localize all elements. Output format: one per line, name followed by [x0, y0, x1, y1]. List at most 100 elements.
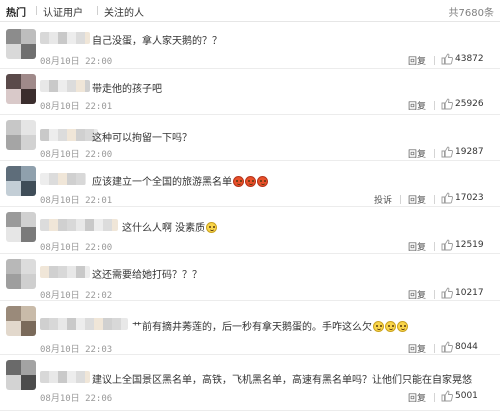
like-count[interactable]: 17023 — [455, 193, 484, 203]
report-button[interactable]: 投诉 — [374, 193, 392, 206]
mosaic-pixel — [76, 266, 85, 278]
thumbs-up-icon[interactable] — [441, 98, 453, 110]
comment-text: 自己没蛋，拿人家天鹅的？？ — [92, 36, 222, 47]
avatar-pixel — [21, 306, 36, 321]
comment-text: 这种可以拘留一下吗？ — [92, 133, 192, 144]
username-blurred[interactable] — [40, 371, 90, 383]
mosaic-pixel — [76, 32, 85, 44]
avatar[interactable] — [6, 166, 36, 196]
avatar-pixel — [21, 321, 36, 336]
avatar-pixel — [6, 360, 21, 375]
mosaic-pixel — [76, 80, 85, 92]
username-blurred[interactable] — [40, 173, 86, 185]
like-count[interactable]: 12519 — [455, 240, 484, 250]
comment-timestamp: 08月10日 22:01 — [40, 102, 113, 112]
mosaic-pixel — [40, 173, 49, 185]
mosaic-pixel — [49, 129, 58, 141]
username-blurred[interactable] — [40, 32, 90, 44]
avatar-pixel — [21, 212, 36, 227]
tab-divider — [36, 6, 37, 15]
mosaic-pixel — [49, 371, 58, 383]
emoji-eye — [404, 325, 406, 327]
tab-hot[interactable]: 热门 — [6, 4, 26, 19]
avatar[interactable] — [6, 212, 36, 242]
username-blurred[interactable] — [40, 129, 98, 141]
avatar[interactable] — [6, 259, 36, 289]
mosaic-pixel — [58, 318, 67, 330]
emoji-eye — [252, 180, 254, 182]
thumbs-up-icon[interactable] — [441, 239, 453, 251]
action-divider — [400, 195, 401, 204]
reply-button[interactable]: 回复 — [408, 240, 426, 253]
emoji-eye — [376, 325, 378, 327]
avatar-pixel — [6, 321, 21, 336]
username-blurred[interactable] — [40, 266, 90, 278]
avatar-pixel — [6, 166, 21, 181]
thumbs-up-icon[interactable] — [441, 287, 453, 299]
mosaic-pixel — [85, 371, 90, 383]
emoji-eye — [380, 325, 382, 327]
thumbs-up-icon[interactable] — [441, 341, 453, 353]
reply-button[interactable]: 回复 — [408, 147, 426, 160]
avatar-pixel — [21, 181, 36, 196]
mosaic-pixel — [40, 129, 49, 141]
like-count[interactable]: 25926 — [455, 99, 484, 109]
avatar-pixel — [6, 135, 21, 150]
avatar[interactable] — [6, 360, 36, 390]
tab-following[interactable]: 关注的人 — [104, 4, 144, 19]
avatar-pixel — [21, 135, 36, 150]
username-blurred[interactable] — [40, 318, 128, 330]
avatar[interactable] — [6, 120, 36, 150]
mosaic-pixel — [67, 129, 76, 141]
mosaic-pixel — [85, 219, 94, 231]
username-blurred[interactable] — [40, 80, 90, 92]
like-count[interactable]: 8044 — [455, 342, 478, 352]
mosaic-pixel — [85, 318, 94, 330]
emoji-mouth — [249, 183, 253, 185]
emoji-mouth — [210, 229, 215, 231]
mosaic-pixel — [67, 173, 76, 185]
thumbs-up-icon[interactable] — [441, 192, 453, 204]
mosaic-pixel — [103, 318, 112, 330]
avatar-pixel — [6, 274, 21, 289]
reply-button[interactable]: 回复 — [408, 54, 426, 67]
mosaic-pixel — [40, 32, 49, 44]
mosaic-pixel — [67, 32, 76, 44]
angry-face-icon — [257, 176, 268, 187]
like-count[interactable]: 19287 — [455, 147, 484, 157]
smile-face-icon — [385, 321, 396, 332]
reply-button[interactable]: 回复 — [408, 391, 426, 404]
action-divider — [434, 149, 435, 158]
like-count[interactable]: 10217 — [455, 288, 484, 298]
avatar-pixel — [6, 29, 21, 44]
avatar-pixel — [6, 259, 21, 274]
comment-item: 艹前有摘井莠莲的，后一秒有拿天鹅蛋的。手咋这么欠 08月10日 22:03 回复 80… — [0, 301, 500, 355]
thumbs-up-icon[interactable] — [441, 53, 453, 65]
emoji-mouth — [401, 328, 405, 330]
username-blurred[interactable] — [40, 219, 118, 231]
comment-item: 带走他的孩子吧 08月10日 22:01 回复 25926 — [0, 69, 500, 115]
emoji-eye — [248, 180, 250, 182]
reply-button[interactable]: 回复 — [408, 193, 426, 206]
emoji-eye — [213, 226, 216, 228]
avatar[interactable] — [6, 306, 36, 336]
mosaic-pixel — [85, 266, 90, 278]
thumbs-up-icon[interactable] — [441, 390, 453, 402]
mosaic-pixel — [49, 318, 58, 330]
comment-item: 这什么人啊 没素质 08月10日 22:00 回复 12519 — [0, 207, 500, 254]
smile-face-icon — [373, 321, 384, 332]
avatar[interactable] — [6, 29, 36, 59]
avatar[interactable] — [6, 74, 36, 104]
mosaic-pixel — [40, 318, 49, 330]
emoji-mouth — [389, 328, 393, 330]
like-count[interactable]: 5001 — [455, 391, 478, 401]
reply-button[interactable]: 回复 — [408, 99, 426, 112]
comment-timestamp: 08月10日 22:00 — [40, 243, 113, 253]
mosaic-pixel — [49, 173, 58, 185]
thumbs-up-icon[interactable] — [441, 146, 453, 158]
avatar-pixel — [21, 89, 36, 104]
like-count[interactable]: 43872 — [455, 54, 484, 64]
tab-verified-users[interactable]: 认证用户 — [43, 4, 83, 19]
mosaic-pixel — [58, 129, 67, 141]
avatar-pixel — [6, 181, 21, 196]
